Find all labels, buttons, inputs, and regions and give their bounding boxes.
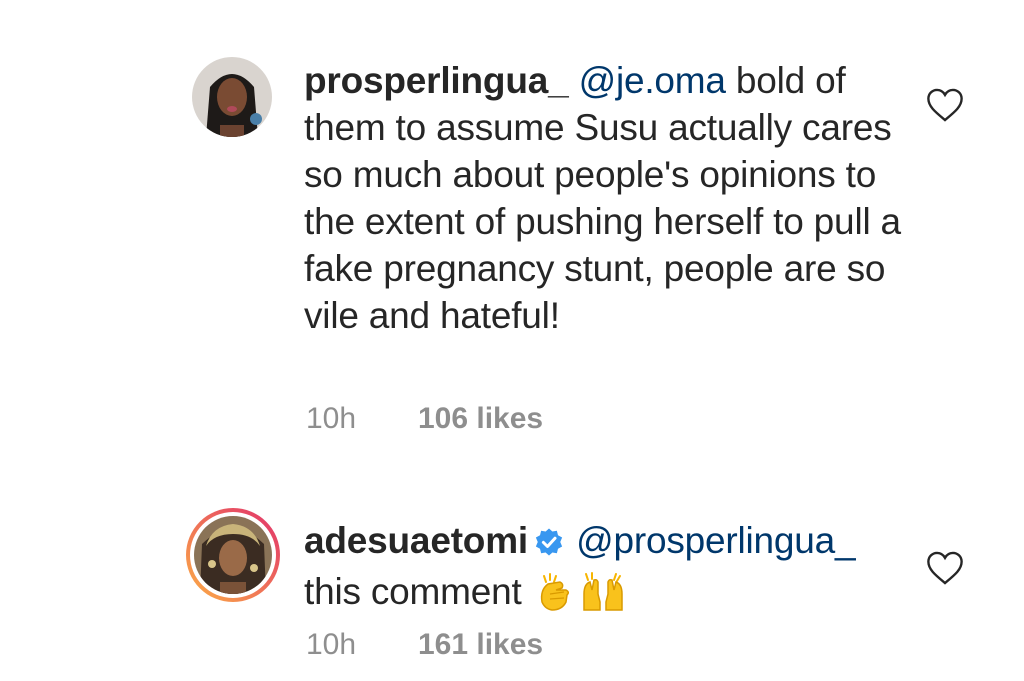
comment-likes-count[interactable]: 161 likes xyxy=(418,628,543,661)
avatar[interactable] xyxy=(192,57,272,137)
heart-outline-icon xyxy=(927,551,963,585)
comment-mention[interactable]: @je.oma xyxy=(579,60,726,101)
like-button[interactable] xyxy=(926,87,964,123)
raising-hands-emoji xyxy=(580,572,626,623)
comment-text: this comment xyxy=(304,571,522,612)
avatar-image xyxy=(194,516,272,594)
avatar[interactable] xyxy=(186,508,280,602)
comment-body: adesuaetomi @prosperlingua_ this comment xyxy=(304,517,889,623)
comment-meta: 10h 161 likes xyxy=(306,628,543,662)
comment-body: prosperlingua_ @je.oma bold of them to a… xyxy=(304,57,914,339)
comment-item: prosperlingua_ @je.oma bold of them to a… xyxy=(0,0,1024,470)
verified-badge-icon xyxy=(534,521,564,568)
comment-username[interactable]: prosperlingua_ xyxy=(304,60,569,101)
heart-outline-icon xyxy=(927,88,963,122)
comment-likes-count[interactable]: 106 likes xyxy=(418,402,543,435)
comment-item: adesuaetomi @prosperlingua_ this comment… xyxy=(0,470,1024,681)
clapping-hands-emoji xyxy=(536,572,576,623)
avatar-image xyxy=(192,57,272,137)
comment-username[interactable]: adesuaetomi xyxy=(304,520,528,561)
comment-timestamp: 10h xyxy=(306,402,357,435)
comment-text: bold of them to assume Susu actually car… xyxy=(304,60,901,336)
like-button[interactable] xyxy=(926,550,964,586)
comment-mention[interactable]: @prosperlingua_ xyxy=(576,520,856,561)
comment-timestamp: 10h xyxy=(306,628,357,661)
comment-meta: 10h 106 likes xyxy=(306,402,543,436)
